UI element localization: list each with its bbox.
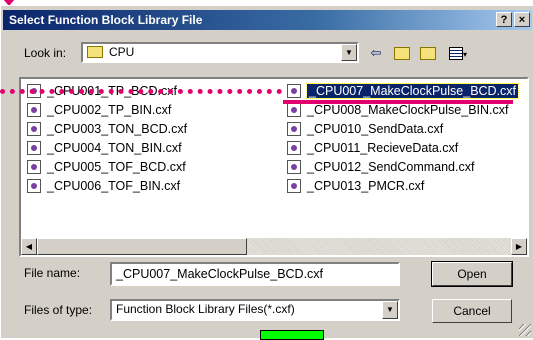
list-item[interactable]: _CPU010_SendData.cxf: [285, 120, 443, 138]
list-item[interactable]: _CPU013_PMCR.cxf: [285, 177, 424, 195]
scroll-right-icon[interactable]: ▶: [511, 238, 527, 255]
folder-icon: [87, 46, 103, 58]
filename-input[interactable]: _CPU007_MakeClockPulse_BCD.cxf: [110, 262, 400, 286]
list-item[interactable]: _CPU006_TOF_BIN.cxf: [25, 177, 180, 195]
list-item[interactable]: _CPU003_TON_BCD.cxf: [25, 120, 187, 138]
filetype-combo[interactable]: Function Block Library Files(*.cxf) ▼: [110, 299, 400, 321]
file-icon: [27, 179, 41, 193]
list-item[interactable]: _CPU004_TON_BIN.cxf: [25, 139, 182, 157]
file-icon: [287, 122, 301, 136]
file-icon: [287, 179, 301, 193]
close-button[interactable]: ×: [514, 12, 530, 27]
list-item[interactable]: _CPU012_SendCommand.cxf: [285, 158, 474, 176]
title-bar[interactable]: Select Function Block Library File ? ×: [3, 10, 532, 30]
cancel-button[interactable]: Cancel: [432, 299, 512, 323]
file-icon: [287, 103, 301, 117]
file-icon: [27, 141, 41, 155]
lookin-combo[interactable]: CPU ▼: [81, 42, 359, 63]
chevron-down-icon[interactable]: ▼: [341, 44, 357, 61]
file-dialog: Select Function Block Library File ? × L…: [0, 5, 533, 338]
list-item[interactable]: _CPU011_RecieveData.cxf: [285, 139, 458, 157]
window-title: Select Function Block Library File: [9, 13, 203, 27]
file-icon: [287, 141, 301, 155]
lookin-value: CPU: [109, 45, 135, 59]
back-arrow-icon[interactable]: ⇦: [365, 43, 387, 63]
file-icon: [287, 160, 301, 174]
help-button[interactable]: ?: [496, 12, 512, 27]
list-item[interactable]: _CPU005_TOF_BCD.cxf: [25, 158, 186, 176]
new-folder-icon[interactable]: [417, 43, 439, 63]
horizontal-scrollbar[interactable]: ◀ ▶: [21, 238, 527, 255]
list-item[interactable]: _CPU002_TP_BIN.cxf: [25, 101, 171, 119]
annotation-underline: [283, 100, 513, 104]
chevron-down-icon[interactable]: ▼: [382, 301, 398, 319]
up-folder-icon[interactable]: [391, 43, 413, 63]
file-icon: [27, 160, 41, 174]
view-menu-icon[interactable]: ▾: [445, 43, 471, 63]
annotation-green-box: [260, 330, 324, 340]
filename-label: File name:: [24, 266, 81, 280]
list-item-selected[interactable]: _CPU007_MakeClockPulse_BCD.cxf: [285, 82, 520, 100]
file-list[interactable]: _CPU001_TP_BCD.cxf _CPU002_TP_BIN.cxf _C…: [19, 77, 529, 257]
annotation-dotted-line: [0, 89, 282, 94]
open-button[interactable]: Open: [431, 261, 513, 287]
filetype-label: Files of type:: [24, 303, 93, 317]
lookin-label: Look in:: [24, 46, 67, 60]
file-icon: [287, 84, 301, 98]
file-icon: [27, 122, 41, 136]
scroll-left-icon[interactable]: ◀: [21, 238, 37, 255]
scroll-thumb[interactable]: [37, 238, 247, 255]
file-icon: [27, 103, 41, 117]
resize-grip[interactable]: [519, 324, 531, 336]
filetype-value: Function Block Library Files(*.cxf): [116, 302, 295, 316]
